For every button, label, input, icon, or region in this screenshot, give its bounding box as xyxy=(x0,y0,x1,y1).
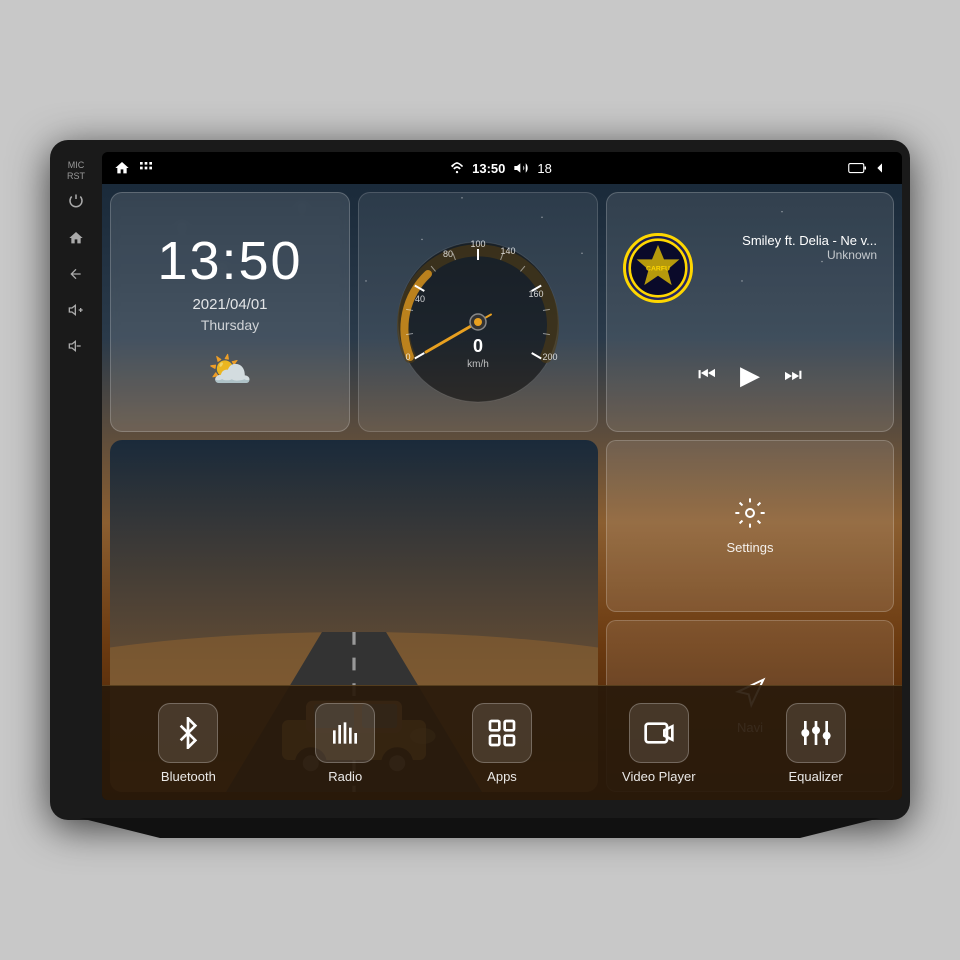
video-icon-wrap xyxy=(629,703,689,763)
apps-status-icon[interactable] xyxy=(138,160,154,176)
apps-label: Apps xyxy=(487,769,517,784)
power-button[interactable] xyxy=(62,188,90,216)
bluetooth-icon-wrap xyxy=(158,703,218,763)
svg-text:CARFU: CARFU xyxy=(646,266,670,273)
radio-icon-wrap xyxy=(315,703,375,763)
svg-text:200: 200 xyxy=(542,352,557,362)
video-menu-item[interactable]: Video Player xyxy=(580,695,737,792)
svg-text:160: 160 xyxy=(528,289,543,299)
status-right xyxy=(848,160,890,176)
home-button[interactable] xyxy=(62,224,90,252)
media-track: Smiley ft. Delia - Ne v... xyxy=(742,233,877,248)
equalizer-icon xyxy=(800,717,832,749)
speedometer-svg: 0 40 80 100 140 160 200 xyxy=(378,212,578,412)
svg-text:0: 0 xyxy=(473,336,483,356)
bluetooth-label: Bluetooth xyxy=(161,769,216,784)
clock-time: 13:50 xyxy=(157,234,302,288)
bluetooth-icon xyxy=(172,717,204,749)
back-button[interactable] xyxy=(62,260,90,288)
media-text: Smiley ft. Delia - Ne v... Unknown xyxy=(742,233,877,262)
radio-label: Radio xyxy=(328,769,362,784)
status-bar: 13:50 18 xyxy=(102,152,902,184)
settings-label: Settings xyxy=(727,540,774,555)
media-top: CARFU Smiley ft. Delia - Ne v... Unknown xyxy=(623,233,877,303)
wifi-icon xyxy=(450,161,464,175)
battery-icon xyxy=(848,161,866,175)
main-content: 13:50 2021/04/01 Thursday ⛅ xyxy=(102,184,902,800)
svg-text:km/h: km/h xyxy=(467,359,489,370)
media-controls: ⏮ ▶ ⏭ xyxy=(623,360,877,391)
svg-text:80: 80 xyxy=(443,249,453,259)
left-panel: MIC RST xyxy=(50,140,102,820)
media-widget[interactable]: CARFU Smiley ft. Delia - Ne v... Unknown… xyxy=(606,192,894,432)
equalizer-icon-wrap xyxy=(786,703,846,763)
bottom-menu: Bluetooth Radio xyxy=(102,685,902,800)
status-time: 13:50 xyxy=(472,161,505,176)
equalizer-label: Equalizer xyxy=(788,769,842,784)
clock-date: 2021/04/01 xyxy=(192,296,267,313)
back-status-icon[interactable] xyxy=(874,160,890,176)
video-label: Video Player xyxy=(622,769,695,784)
radio-icon xyxy=(329,717,361,749)
svg-text:0: 0 xyxy=(405,352,410,362)
weather-icon: ⛅ xyxy=(208,349,253,391)
media-logo: CARFU xyxy=(623,233,693,303)
vol-up-button[interactable] xyxy=(62,296,90,324)
svg-text:140: 140 xyxy=(500,246,515,256)
clock-widget[interactable]: 13:50 2021/04/01 Thursday ⛅ xyxy=(110,192,350,432)
svg-text:40: 40 xyxy=(415,294,425,304)
settings-icon xyxy=(734,497,766,536)
volume-level: 18 xyxy=(537,161,551,176)
car-head-unit: MIC RST xyxy=(50,140,910,820)
screen: 13:50 18 xyxy=(102,152,902,800)
radio-menu-item[interactable]: Radio xyxy=(267,695,424,792)
bluetooth-menu-item[interactable]: Bluetooth xyxy=(110,695,267,792)
media-artist: Unknown xyxy=(742,248,877,262)
apps-icon xyxy=(486,717,518,749)
apps-icon-wrap xyxy=(472,703,532,763)
video-icon xyxy=(643,717,675,749)
apps-menu-item[interactable]: Apps xyxy=(424,695,581,792)
volume-icon xyxy=(513,160,529,176)
prev-button[interactable]: ⏮ xyxy=(698,364,716,387)
mic-rst-label: MIC RST xyxy=(67,160,85,182)
speedo-container: 0 40 80 100 140 160 200 xyxy=(359,193,597,431)
status-center: 13:50 18 xyxy=(450,160,552,176)
play-button[interactable]: ▶ xyxy=(740,360,760,391)
speedometer-widget: 0 40 80 100 140 160 200 xyxy=(358,192,598,432)
vol-down-button[interactable] xyxy=(62,332,90,360)
settings-button[interactable]: Settings xyxy=(606,440,894,612)
next-button[interactable]: ⏭ xyxy=(784,364,802,387)
equalizer-menu-item[interactable]: Equalizer xyxy=(737,695,894,792)
clock-day: Thursday xyxy=(201,317,259,333)
svg-text:100: 100 xyxy=(470,239,485,249)
status-left xyxy=(114,160,154,176)
home-status-icon[interactable] xyxy=(114,160,130,176)
